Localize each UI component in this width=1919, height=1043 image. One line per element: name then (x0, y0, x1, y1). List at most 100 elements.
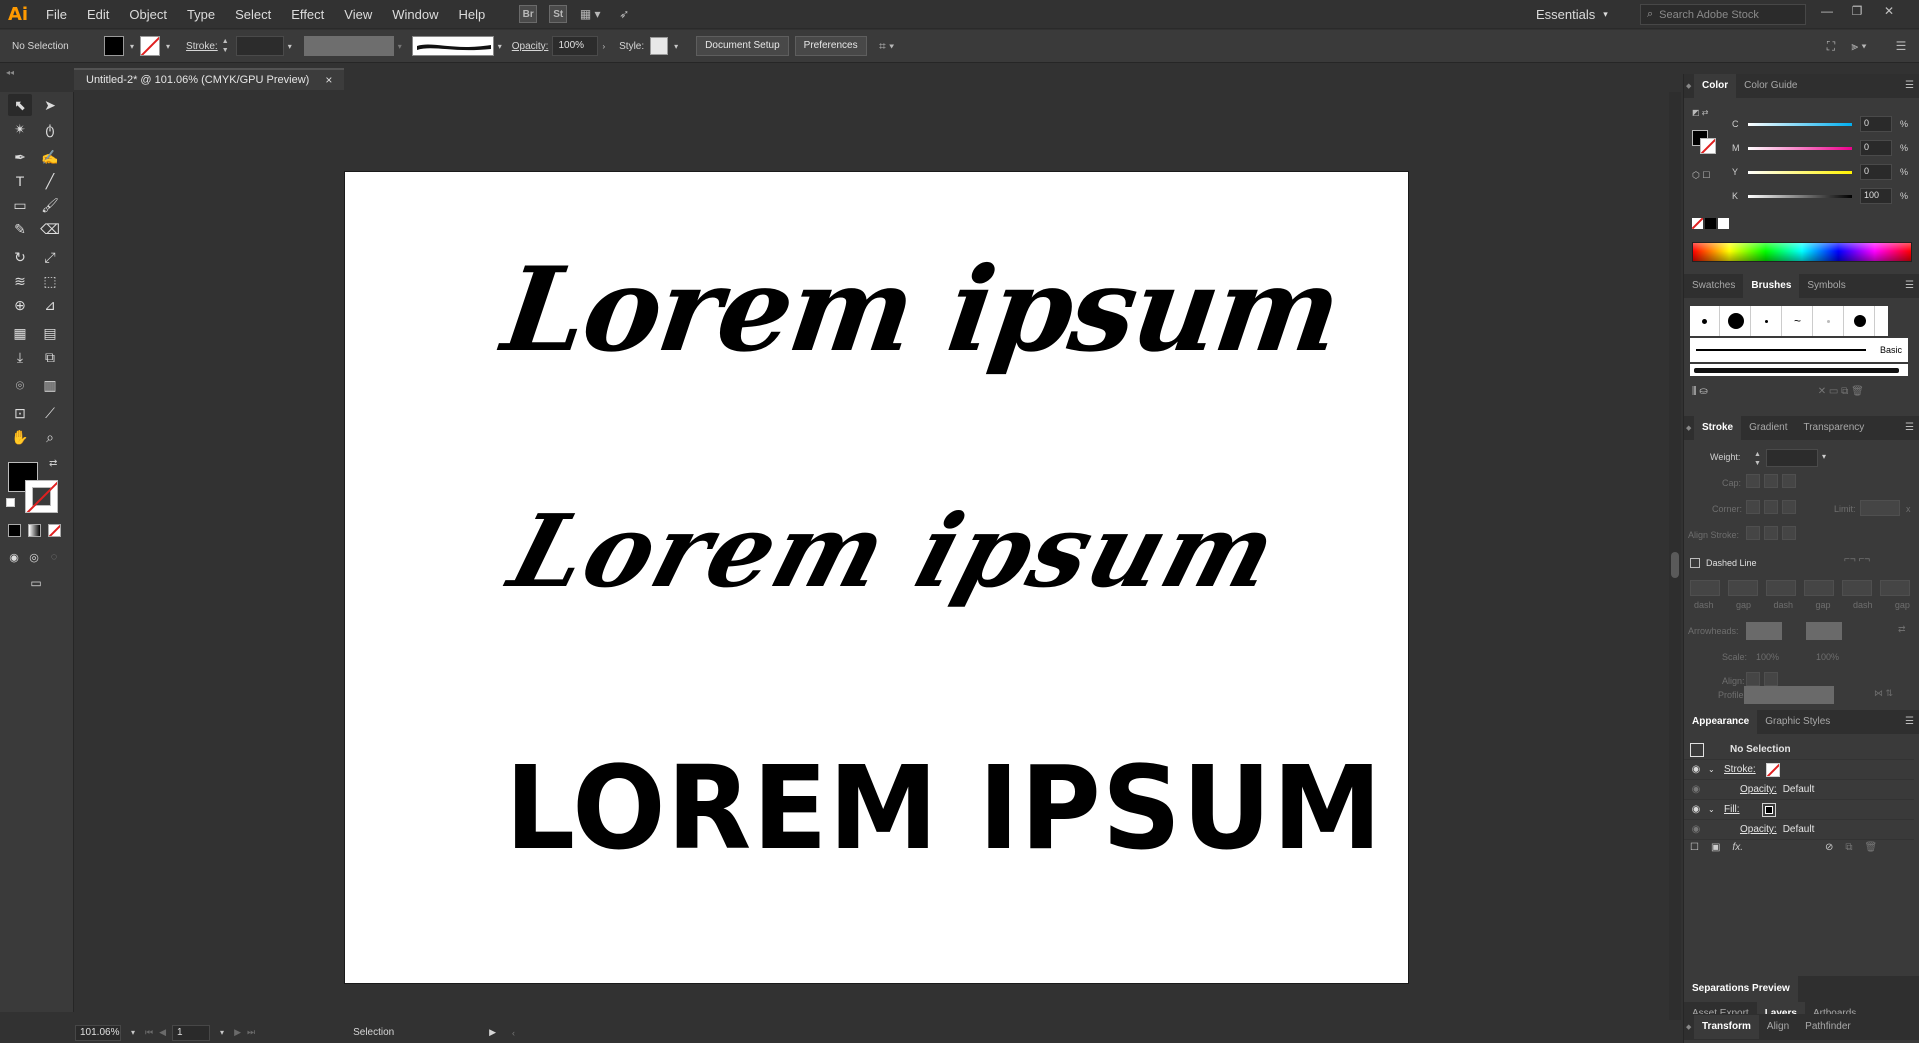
color-spectrum[interactable] (1692, 242, 1912, 262)
brush-tilde[interactable]: ~ (1783, 306, 1813, 336)
color-mode-icon[interactable] (8, 524, 21, 537)
stroke-opacity-label[interactable]: Opacity: (1740, 784, 1777, 795)
tab-separations-preview[interactable]: Separations Preview (1684, 976, 1798, 1002)
brush-definition[interactable] (411, 36, 494, 56)
white-swatch[interactable] (1718, 218, 1729, 229)
add-fill-icon[interactable]: ▣ (1711, 842, 1720, 853)
workspace-switcher[interactable]: Essentials ▾ (1536, 0, 1608, 29)
symbol-sprayer-tool-icon[interactable]: ⌾ (8, 374, 32, 396)
tab-pathfinder[interactable]: Pathfinder (1797, 1015, 1859, 1039)
menu-effect[interactable]: Effect (281, 0, 334, 29)
collapse-toolbar-icon[interactable]: ◂◂ (6, 68, 14, 77)
black-field[interactable]: 100 (1860, 188, 1892, 204)
collapse-icon[interactable]: ◆ (1684, 424, 1694, 432)
stock-search-input[interactable] (1659, 8, 1800, 21)
chevron-down-icon[interactable]: ▾ (220, 1028, 224, 1037)
panel-menu-icon[interactable]: ☰ (1905, 280, 1914, 291)
arrange-documents-icon[interactable]: ▦ ▾ (579, 5, 601, 23)
start-scale-field[interactable]: 100% (1756, 652, 1779, 662)
clear-appearance-icon[interactable]: ⊘ (1825, 842, 1833, 853)
artboard-tool-icon[interactable]: ⊡ (8, 402, 32, 424)
minimize-button[interactable]: — (1812, 0, 1842, 22)
zoom-field[interactable]: 101.06% (75, 1024, 121, 1041)
appearance-stroke-opacity-row[interactable]: ◉ Opacity: Default (1684, 780, 1914, 800)
tab-appearance[interactable]: Appearance (1684, 710, 1758, 734)
perspective-grid-tool-icon[interactable]: ⊿ (38, 294, 62, 316)
artboard-number-field[interactable]: 1 (172, 1024, 211, 1041)
black-slider[interactable] (1748, 194, 1852, 198)
brush-faint[interactable] (1814, 306, 1844, 336)
appearance-fill-row[interactable]: ◉ ⌄ Fill: (1684, 800, 1914, 820)
hand-tool-icon[interactable]: ✋ (8, 426, 32, 448)
restore-button[interactable]: ❐ (1842, 0, 1872, 22)
limit-field[interactable] (1860, 500, 1900, 516)
draw-inside-icon[interactable]: ◌ (42, 546, 66, 568)
variable-width-profile[interactable] (303, 36, 394, 56)
menu-object[interactable]: Object (119, 0, 177, 29)
magenta-slider[interactable] (1748, 146, 1852, 150)
end-scale-field[interactable]: 100% (1816, 652, 1839, 662)
dashed-line-checkbox[interactable] (1690, 558, 1700, 568)
gap-field-3[interactable] (1880, 580, 1910, 596)
brush-dot-tiny[interactable] (1752, 306, 1782, 336)
menu-window[interactable]: Window (382, 0, 448, 29)
appearance-fill-label[interactable]: Fill: (1724, 804, 1740, 815)
graphic-style-swatch[interactable] (650, 37, 669, 55)
fill-swatch-icon[interactable] (1761, 802, 1776, 817)
appearance-fill-opacity-row[interactable]: ◉ Opacity: Default (1684, 820, 1914, 840)
chevron-down-icon[interactable]: ⌄ (1708, 805, 1724, 814)
tab-brushes[interactable]: Brushes (1743, 274, 1800, 298)
stroke-swatch[interactable] (25, 480, 58, 513)
align-center-icon[interactable] (1746, 526, 1760, 540)
dash-field-3[interactable] (1842, 580, 1872, 596)
zoom-tool-icon[interactable]: ⌕ (38, 426, 62, 448)
menu-help[interactable]: Help (448, 0, 495, 29)
color-stroke-swatch[interactable] (1700, 138, 1716, 154)
eraser-tool-icon[interactable]: ⌫ (38, 218, 62, 240)
tab-transform[interactable]: Transform (1694, 1015, 1759, 1039)
swap-arrowheads-icon[interactable]: ⇄ (1898, 624, 1906, 635)
stock-icon[interactable]: St (549, 5, 568, 23)
rectangle-tool-icon[interactable]: ▭ (8, 194, 32, 216)
artboard-text-script-1[interactable]: Lorem ipsum (495, 242, 1347, 378)
opacity-label[interactable]: Opacity: (512, 41, 549, 52)
miter-join-icon[interactable] (1746, 500, 1760, 514)
tab-swatches[interactable]: Swatches (1684, 274, 1743, 298)
chevron-down-icon[interactable]: ▾ (166, 42, 170, 51)
butt-cap-icon[interactable] (1746, 474, 1760, 488)
brush-basic-row[interactable]: Basic (1690, 338, 1908, 362)
dash-field-2[interactable] (1766, 580, 1796, 596)
scroll-thumb[interactable] (1671, 552, 1679, 578)
status-menu-icon[interactable]: ▶ (489, 1027, 496, 1038)
yellow-field[interactable]: 0 (1860, 164, 1892, 180)
tab-align[interactable]: Align (1759, 1015, 1797, 1039)
panel-menu-icon[interactable]: ☰ (1905, 716, 1914, 727)
lasso-tool-icon[interactable]: ტ (38, 118, 62, 140)
default-colors-icon[interactable]: ◩ ⇄ (1692, 108, 1708, 117)
round-cap-icon[interactable] (1764, 474, 1778, 488)
fill-opacity-label[interactable]: Opacity: (1740, 824, 1777, 835)
panel-menu-icon[interactable]: ☰ (1905, 80, 1914, 91)
gap-field-2[interactable] (1804, 580, 1834, 596)
menu-edit[interactable]: Edit (77, 0, 119, 29)
none-swatch[interactable] (1692, 218, 1703, 229)
stroke-weight-field[interactable] (235, 36, 284, 56)
eye-icon[interactable]: ◉ (1684, 784, 1708, 795)
tab-gradient[interactable]: Gradient (1741, 416, 1795, 440)
tab-stroke[interactable]: Stroke (1694, 416, 1742, 440)
magic-wand-tool-icon[interactable]: ✴ (8, 118, 32, 140)
stroke-weight-spinner[interactable]: ▲ ▼ (222, 37, 232, 55)
line-segment-tool-icon[interactable]: ╱ (38, 170, 62, 192)
out-of-gamut-icon[interactable]: ⬡ ☐ (1692, 170, 1710, 181)
stroke-none-icon[interactable] (1765, 762, 1780, 777)
gradient-mode-icon[interactable] (28, 524, 41, 537)
yellow-slider[interactable] (1748, 170, 1852, 174)
add-stroke-icon[interactable]: ☐ (1690, 842, 1699, 853)
gap-field-1[interactable] (1728, 580, 1758, 596)
type-tool-icon[interactable]: T (8, 170, 32, 192)
document-tab[interactable]: Untitled-2* @ 101.06% (CMYK/GPU Preview)… (74, 68, 345, 90)
default-fill-stroke-icon[interactable] (6, 498, 15, 507)
eye-icon[interactable]: ◉ (1684, 764, 1708, 775)
gradient-tool-icon[interactable]: ▤ (38, 322, 62, 344)
dash-alignment-icons[interactable]: ⌐¬ ⌐¬ (1844, 554, 1870, 565)
